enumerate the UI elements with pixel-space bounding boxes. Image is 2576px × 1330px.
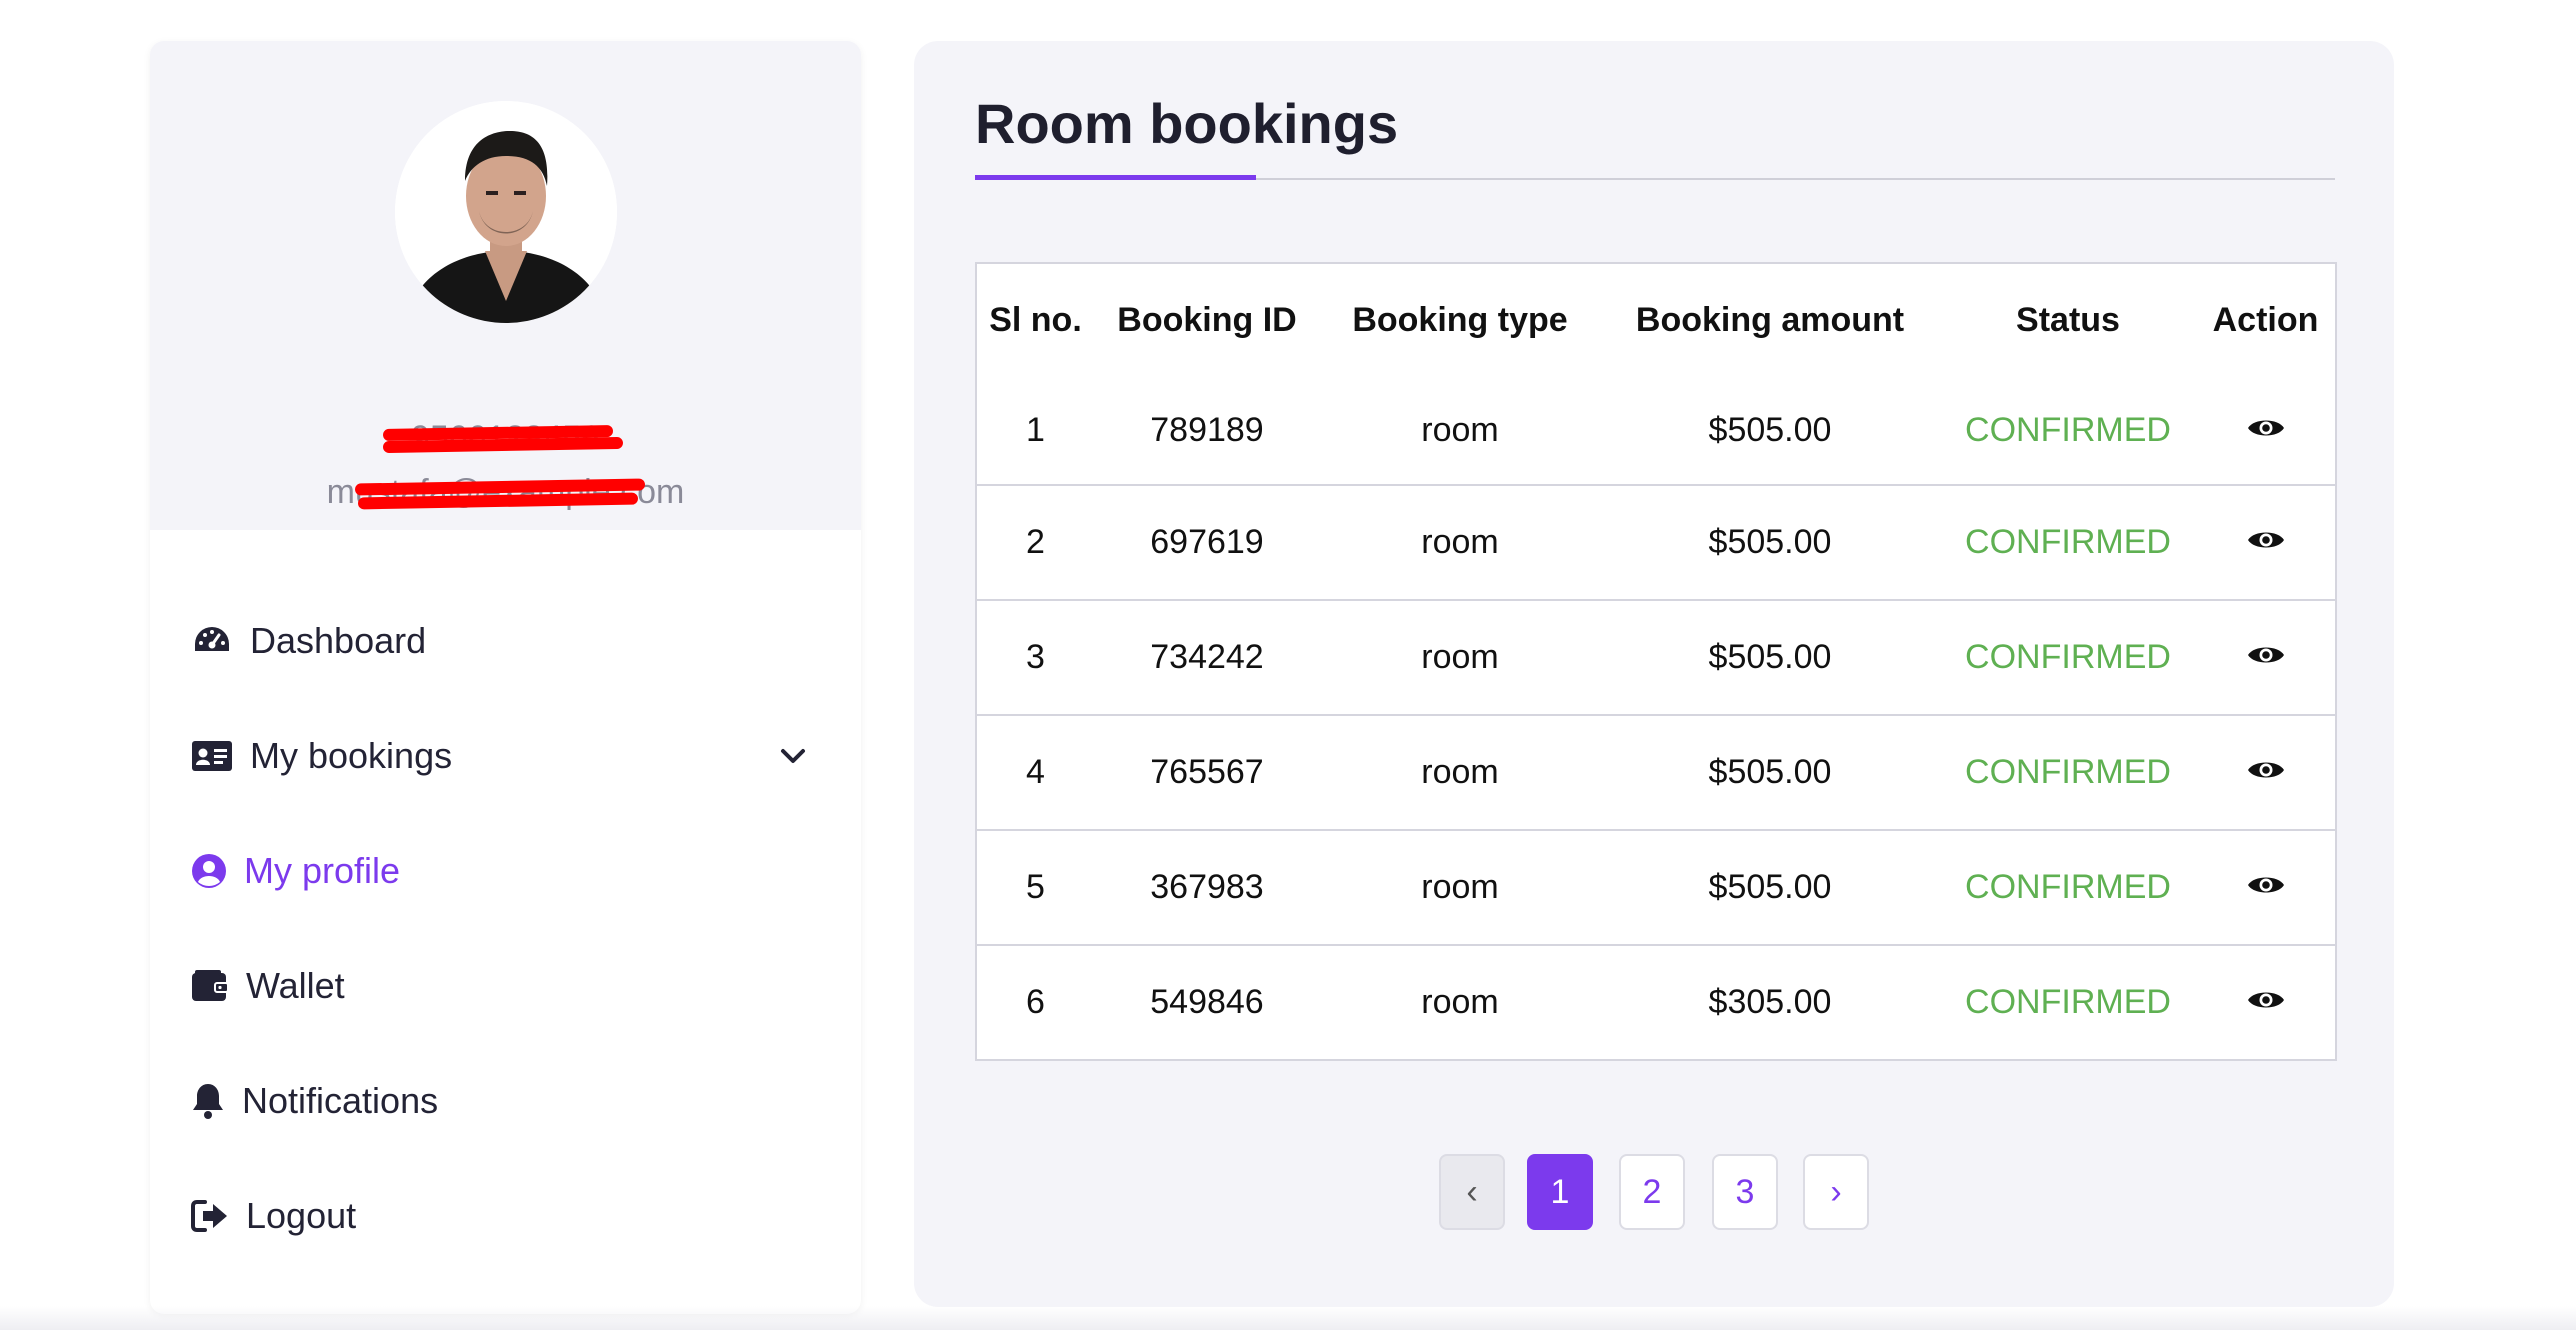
cell-booking-type: room <box>1320 484 1600 600</box>
eye-icon <box>2247 532 2284 548</box>
cell-action <box>2196 944 2336 1060</box>
cell-action <box>2196 484 2336 600</box>
pagination-page-1[interactable]: 1 <box>1527 1154 1593 1230</box>
sidebar-item-logout[interactable]: Logout <box>190 1176 811 1256</box>
sidebar-item-label: Dashboard <box>250 620 427 661</box>
page-title: Room bookings <box>975 92 1399 155</box>
eye-icon <box>2247 992 2284 1008</box>
cell-booking-id: 765567 <box>1094 714 1320 830</box>
cell-booking-type: room <box>1421 410 1499 449</box>
bottom-shadow <box>0 1306 2576 1330</box>
sidebar: 9566123456 mustafa@example.com Dashboard… <box>150 41 861 1314</box>
bookings-table: Sl no. Booking ID Booking type Booking a… <box>975 262 2337 1061</box>
status-badge: CONFIRMED <box>1940 599 2196 715</box>
user-circle-icon <box>190 849 228 893</box>
status-badge: CONFIRMED <box>1965 410 2171 449</box>
cell-action <box>2196 714 2336 830</box>
speedometer-icon <box>190 619 234 663</box>
cell-booking-amount: $505.00 <box>1600 484 1940 600</box>
cell-booking-amount: $505.00 <box>1600 829 1940 945</box>
cell-booking-type: room <box>1320 599 1600 715</box>
table-row: 3 734242 room $505.00 CONFIRMED <box>976 599 2336 715</box>
cell-booking-amount: $505.00 <box>1600 714 1940 830</box>
chevron-down-icon[interactable] <box>775 738 811 774</box>
id-card-icon <box>190 734 234 778</box>
column-header-booking-id: Booking ID <box>1117 300 1297 339</box>
status-badge: CONFIRMED <box>1940 714 2196 830</box>
cell-action <box>2196 376 2336 485</box>
table-row: 2 697619 room $505.00 CONFIRMED <box>976 484 2336 600</box>
cell-booking-id: 549846 <box>1094 944 1320 1060</box>
column-header-sl-no: Sl no. <box>989 300 1082 339</box>
cell-booking-amount: $305.00 <box>1600 944 1940 1060</box>
avatar <box>395 101 617 323</box>
sidebar-item-label: My profile <box>244 850 401 891</box>
sidebar-item-label: Logout <box>246 1195 357 1236</box>
table-row: 6 549846 room $305.00 CONFIRMED <box>976 944 2336 1060</box>
view-booking-button[interactable] <box>2247 642 2285 668</box>
column-header-status: Status <box>2016 300 2120 339</box>
eye-icon <box>2247 877 2284 893</box>
avatar-photo <box>395 101 617 323</box>
cell-booking-type: room <box>1320 829 1600 945</box>
view-booking-button[interactable] <box>2247 415 2285 441</box>
status-badge: CONFIRMED <box>1940 484 2196 600</box>
cell-booking-id: 367983 <box>1094 829 1320 945</box>
sidebar-item-my-profile[interactable]: My profile <box>190 831 811 911</box>
view-booking-button[interactable] <box>2247 757 2285 783</box>
eye-icon <box>2247 762 2284 778</box>
sidebar-item-dashboard[interactable]: Dashboard <box>190 601 811 681</box>
cell-booking-type: room <box>1320 944 1600 1060</box>
column-header-booking-amount: Booking amount <box>1635 300 1905 339</box>
column-header-action: Action <box>2212 300 2319 339</box>
wallet-icon <box>190 964 230 1008</box>
sidebar-item-label: Wallet <box>246 965 345 1006</box>
status-badge: CONFIRMED <box>1940 829 2196 945</box>
pagination-prev-button[interactable]: ‹ <box>1439 1154 1505 1230</box>
cell-sl-no: 6 <box>976 944 1094 1060</box>
pagination-page-3[interactable]: 3 <box>1712 1154 1778 1230</box>
eye-icon <box>2247 647 2284 663</box>
bell-icon <box>190 1079 226 1123</box>
cell-sl-no: 2 <box>976 484 1094 600</box>
cell-action <box>2196 599 2336 715</box>
cell-booking-type: room <box>1320 714 1600 830</box>
table-row: 5 367983 room $505.00 CONFIRMED <box>976 829 2336 945</box>
title-accent-bar <box>975 175 1256 180</box>
sidebar-item-label: My bookings <box>250 735 453 776</box>
status-badge: CONFIRMED <box>1940 944 2196 1060</box>
sidebar-item-my-bookings[interactable]: My bookings <box>190 716 811 796</box>
logout-icon <box>190 1194 230 1238</box>
profile-header: 9566123456 mustafa@example.com <box>150 41 861 530</box>
table-row: 4 765567 room $505.00 CONFIRMED <box>976 714 2336 830</box>
pagination-next-button[interactable]: › <box>1803 1154 1869 1230</box>
cell-sl-no: 1 <box>1026 410 1045 449</box>
view-booking-button[interactable] <box>2247 987 2285 1013</box>
sidebar-item-notifications[interactable]: Notifications <box>190 1061 811 1141</box>
main-panel: Room bookings Sl no. Booking ID Booking … <box>914 41 2394 1307</box>
table-header-row: Sl no. Booking ID Booking type Booking a… <box>976 263 2336 376</box>
column-header-booking-type: Booking type <box>1352 300 1568 339</box>
view-booking-button[interactable] <box>2247 527 2285 553</box>
cell-action <box>2196 829 2336 945</box>
pagination-page-2[interactable]: 2 <box>1619 1154 1685 1230</box>
cell-sl-no: 3 <box>976 599 1094 715</box>
cell-booking-amount: $505.00 <box>1708 410 1832 449</box>
cell-sl-no: 5 <box>976 829 1094 945</box>
eye-icon <box>2247 420 2284 435</box>
sidebar-item-wallet[interactable]: Wallet <box>190 946 811 1026</box>
cell-booking-id: 789189 <box>1150 410 1264 449</box>
cell-booking-amount: $505.00 <box>1600 599 1940 715</box>
cell-sl-no: 4 <box>976 714 1094 830</box>
table-row: 1 789189 room $505.00 CONFIRMED <box>976 376 2336 485</box>
cell-booking-id: 734242 <box>1094 599 1320 715</box>
sidebar-item-label: Notifications <box>242 1080 439 1121</box>
view-booking-button[interactable] <box>2247 872 2285 898</box>
cell-booking-id: 697619 <box>1094 484 1320 600</box>
